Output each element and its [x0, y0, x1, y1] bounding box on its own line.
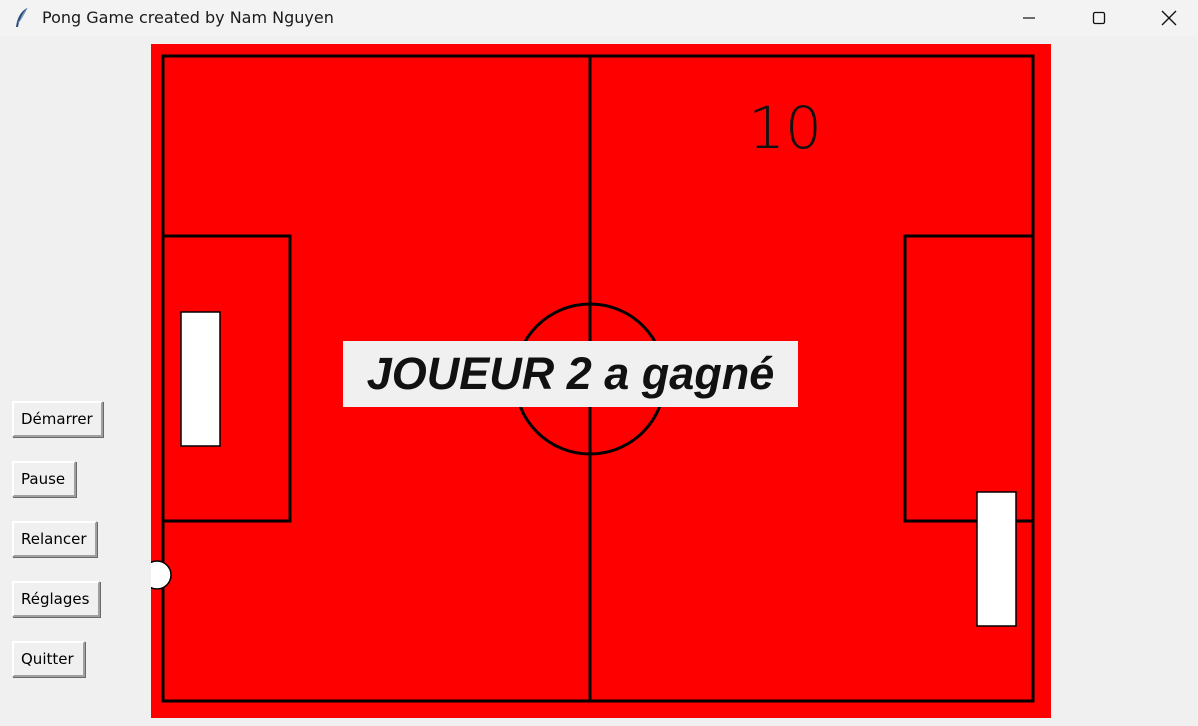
start-button[interactable]: Démarrer — [12, 401, 103, 437]
maximize-icon — [1092, 11, 1106, 25]
maximize-button[interactable] — [1076, 0, 1122, 36]
right-paddle — [976, 491, 1017, 627]
quit-button[interactable]: Quitter — [12, 641, 85, 677]
score-display: 10 — [748, 94, 822, 162]
pause-button[interactable]: Pause — [12, 461, 76, 497]
close-button[interactable] — [1146, 0, 1192, 36]
winner-banner: JOUEUR 2 a gagné — [343, 341, 798, 407]
app-window: Pong Game created by Nam Nguyen Démarrer… — [0, 0, 1198, 726]
left-paddle — [180, 311, 221, 447]
settings-button[interactable]: Réglages — [12, 581, 100, 617]
restart-button[interactable]: Relancer — [12, 521, 97, 557]
window-title: Pong Game created by Nam Nguyen — [42, 8, 334, 27]
title-bar: Pong Game created by Nam Nguyen — [0, 0, 1198, 36]
close-icon — [1161, 10, 1177, 26]
feather-icon — [16, 7, 28, 27]
minimize-button[interactable] — [1006, 0, 1052, 36]
ball — [142, 560, 172, 590]
minimize-icon — [1023, 17, 1035, 19]
